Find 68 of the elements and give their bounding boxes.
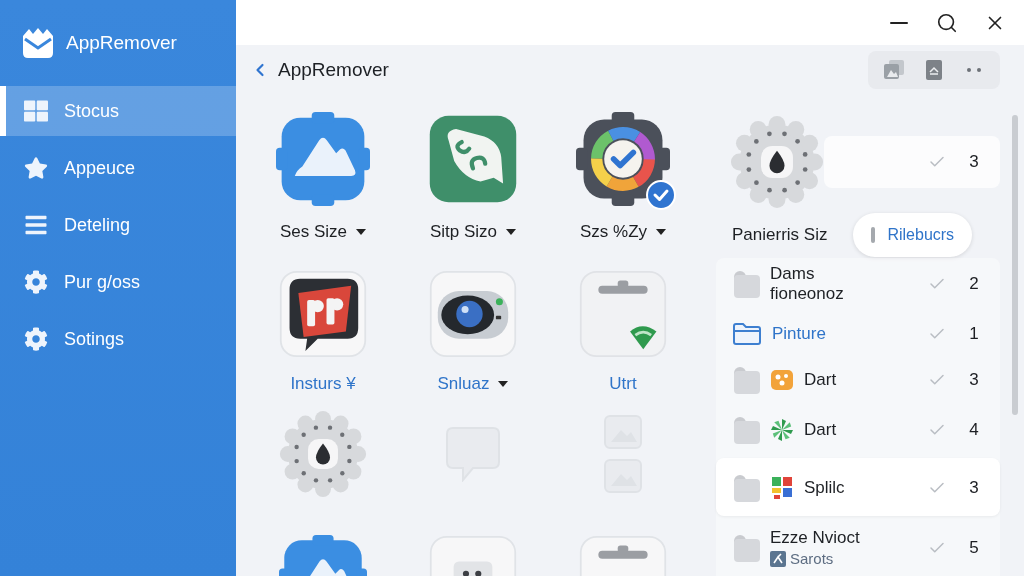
gear-app-icon xyxy=(279,410,367,498)
page-title: AppRemover xyxy=(278,59,389,81)
caret-icon xyxy=(498,381,509,387)
list-row[interactable]: Dams fioneonoz 2 xyxy=(716,258,1000,310)
scrollbar-thumb[interactable] xyxy=(1012,115,1018,415)
list-row[interactable]: Splilc 3 xyxy=(716,458,1000,516)
row-count: 4 xyxy=(968,420,980,440)
row-count: 3 xyxy=(968,478,980,498)
folder-icon xyxy=(732,474,760,502)
logo-icon xyxy=(22,28,54,58)
app-name: AppRemover xyxy=(66,32,177,54)
color-wheel-app-icon xyxy=(576,112,670,206)
nav-item[interactable]: Deteling xyxy=(0,200,236,250)
bar-icon xyxy=(871,227,876,243)
nav-item[interactable]: Pur g/oss xyxy=(0,257,236,307)
app-tile[interactable]: Ses Size xyxy=(268,112,378,242)
folder-icon xyxy=(732,322,762,346)
tile-icon xyxy=(770,551,786,567)
menu-icon xyxy=(24,213,48,237)
folder-icon xyxy=(732,270,760,298)
grid-icon xyxy=(24,99,48,123)
app-tile[interactable]: Insturs ¥ xyxy=(271,270,375,394)
app-tile[interactable]: Szs %Zy xyxy=(568,112,678,242)
row-name: Dart xyxy=(804,370,837,390)
row-count: 3 xyxy=(968,370,980,390)
app-tile[interactable]: Snluaz xyxy=(421,270,525,394)
eject-icon xyxy=(926,60,942,80)
slides-app-icon xyxy=(279,270,367,358)
selected-app-name: Panierris Siz xyxy=(732,225,828,245)
gear-icon xyxy=(24,270,48,294)
row-name: Ezze Nvioct xyxy=(770,528,860,548)
caret-icon xyxy=(506,229,517,235)
caret-icon xyxy=(656,229,667,235)
more-icon xyxy=(967,68,981,72)
row-name: Dams fioneonoz xyxy=(770,264,845,304)
list-row[interactable]: Dart 4 xyxy=(716,408,1000,452)
row-name: Splilc xyxy=(804,478,845,498)
row-name: Pinture xyxy=(772,324,826,344)
star-icon xyxy=(24,156,48,180)
row-count: 5 xyxy=(968,538,980,558)
tiles-icon xyxy=(770,476,794,500)
list-row[interactable]: Pinture 1 xyxy=(716,316,1000,352)
row-count: 1 xyxy=(968,324,980,344)
list-row[interactable]: Dart 3 xyxy=(716,358,1000,402)
wifi-app-icon xyxy=(579,270,667,358)
nav-item[interactable]: Appeuce xyxy=(0,143,236,193)
folder-icon xyxy=(732,416,760,444)
summary-count: 3 xyxy=(968,152,980,172)
minimize-icon xyxy=(890,21,908,24)
nav-item[interactable]: Sotings xyxy=(0,314,236,364)
list-row[interactable]: Ezze Nvioct Sarots 5 xyxy=(716,522,1000,574)
folder-icon xyxy=(732,534,760,562)
mountain-app-icon xyxy=(276,112,370,206)
row-name: Dart xyxy=(804,420,837,440)
dotted-tile-icon xyxy=(770,368,794,392)
camera-app-icon xyxy=(429,270,517,358)
row-count: 2 xyxy=(968,274,980,294)
pinwheel-icon xyxy=(770,418,794,442)
app-tile[interactable]: Utrt xyxy=(571,270,675,394)
action-button[interactable]: Rilebucrs xyxy=(853,213,973,257)
gallery-icon xyxy=(883,59,905,81)
row-subtitle: Sarots xyxy=(790,550,834,568)
folder-icon xyxy=(732,366,760,394)
caret-icon xyxy=(356,229,367,235)
search-icon xyxy=(936,11,958,34)
check-badge-icon xyxy=(646,180,676,210)
settings-icon xyxy=(24,327,48,351)
app-tile[interactable]: Sitp Sizo xyxy=(418,112,528,242)
